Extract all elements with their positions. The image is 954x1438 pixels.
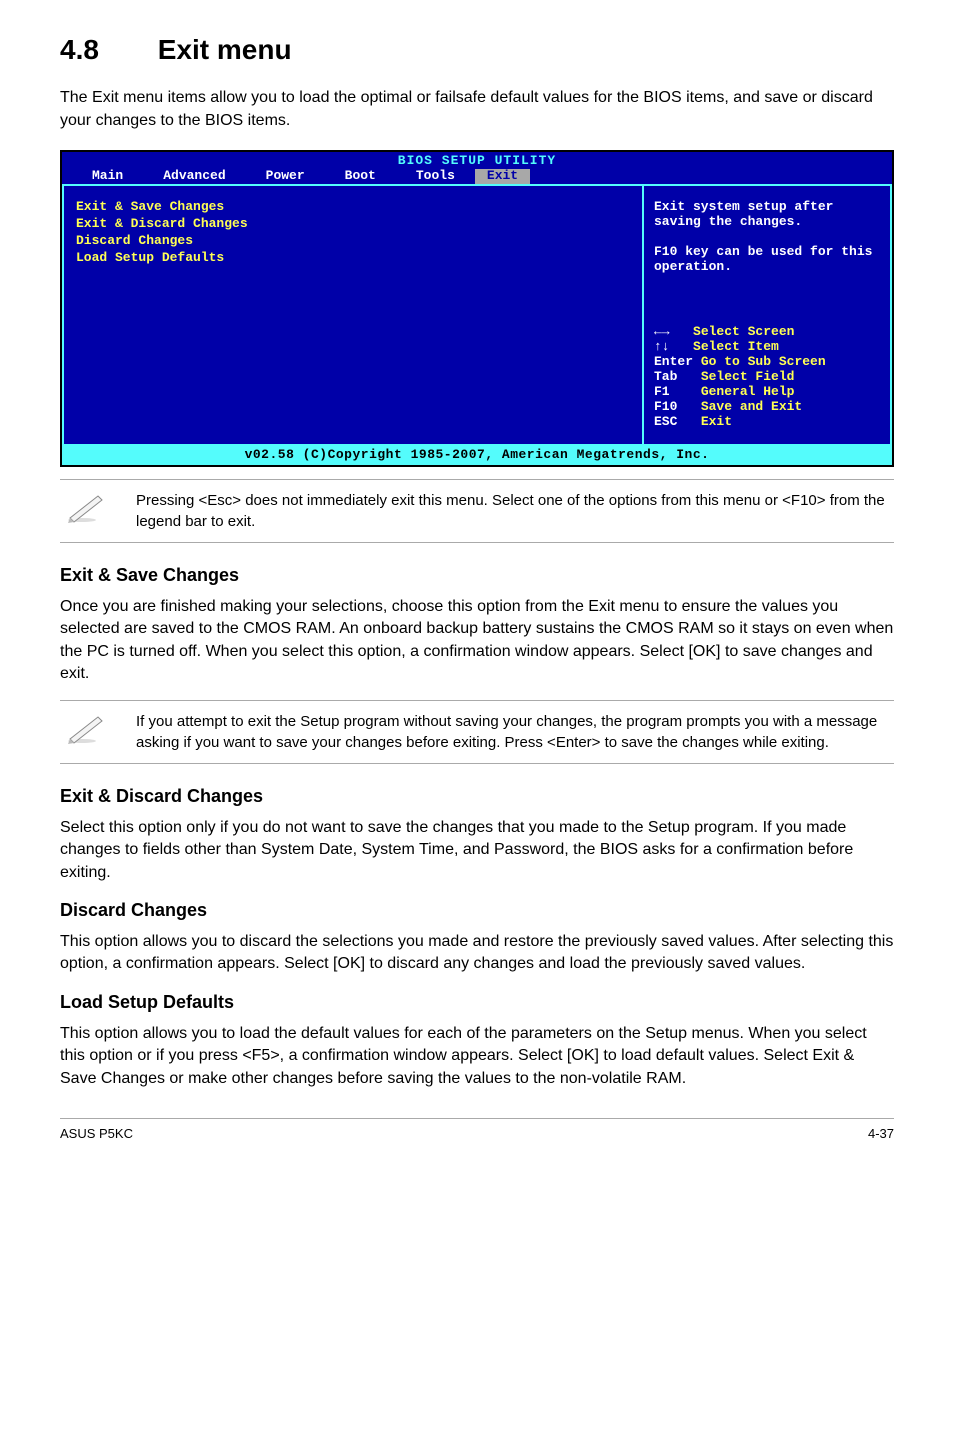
bios-tab-row: Main Advanced Power Boot Tools Exit bbox=[62, 169, 892, 184]
legend-key: ←→ bbox=[654, 324, 693, 339]
body-discard: This option allows you to discard the se… bbox=[60, 931, 894, 976]
page-title: 4.8 Exit menu bbox=[60, 30, 894, 69]
bios-body: Exit & Save Changes Exit & Discard Chang… bbox=[62, 184, 892, 446]
subheading-defaults: Load Setup Defaults bbox=[60, 990, 894, 1015]
intro-text: The Exit menu items allow you to load th… bbox=[60, 87, 894, 132]
note-text: Pressing <Esc> does not immediately exit… bbox=[136, 490, 894, 532]
legend-desc: Select Item bbox=[693, 339, 779, 354]
page-footer: ASUS P5KC 4-37 bbox=[60, 1118, 894, 1143]
bios-footer: v02.58 (C)Copyright 1985-2007, American … bbox=[62, 446, 892, 465]
menu-item: Load Setup Defaults bbox=[76, 251, 630, 266]
legend-desc: Save and Exit bbox=[701, 399, 802, 414]
legend-key: ESC bbox=[654, 414, 701, 429]
bios-tab-advanced: Advanced bbox=[143, 169, 245, 184]
menu-item: Discard Changes bbox=[76, 234, 630, 249]
bios-tab-tools: Tools bbox=[396, 169, 475, 184]
legend-desc: Go to Sub Screen bbox=[701, 354, 826, 369]
bios-legend: ←→ Select Screen ↑↓ Select Item Enter Go… bbox=[654, 325, 880, 430]
body-defaults: This option allows you to load the defau… bbox=[60, 1023, 894, 1090]
legend-desc: Exit bbox=[701, 414, 732, 429]
legend-key: Enter bbox=[654, 354, 693, 369]
legend-desc: General Help bbox=[701, 384, 795, 399]
body-save: Once you are finished making your select… bbox=[60, 596, 894, 686]
bios-screenshot: BIOS SETUP UTILITY Main Advanced Power B… bbox=[60, 150, 894, 467]
note-block: Pressing <Esc> does not immediately exit… bbox=[60, 479, 894, 543]
note-block: If you attempt to exit the Setup program… bbox=[60, 700, 894, 764]
legend-key: F1 bbox=[654, 384, 701, 399]
pencil-note-icon bbox=[64, 711, 108, 745]
section-number: 4.8 bbox=[60, 30, 150, 69]
note-text: If you attempt to exit the Setup program… bbox=[136, 711, 894, 753]
legend-desc: Select Field bbox=[701, 369, 795, 384]
bios-tab-exit: Exit bbox=[475, 169, 530, 184]
legend-key: F10 bbox=[654, 399, 701, 414]
bios-help-text: Exit system setup after saving the chang… bbox=[654, 200, 880, 275]
section-name: Exit menu bbox=[158, 34, 292, 65]
legend-key: ↑↓ bbox=[654, 339, 693, 354]
footer-right: 4-37 bbox=[868, 1125, 894, 1143]
bios-help-pane: Exit system setup after saving the chang… bbox=[642, 186, 892, 446]
footer-left: ASUS P5KC bbox=[60, 1125, 133, 1143]
bios-tab-power: Power bbox=[246, 169, 325, 184]
body-discard-exit: Select this option only if you do not wa… bbox=[60, 817, 894, 884]
bios-menu: Exit & Save Changes Exit & Discard Chang… bbox=[62, 186, 642, 446]
subheading-discard-exit: Exit & Discard Changes bbox=[60, 784, 894, 809]
subheading-discard: Discard Changes bbox=[60, 898, 894, 923]
menu-item: Exit & Save Changes bbox=[76, 200, 630, 215]
bios-tab-boot: Boot bbox=[325, 169, 396, 184]
bios-title: BIOS SETUP UTILITY bbox=[62, 152, 892, 169]
subheading-save: Exit & Save Changes bbox=[60, 563, 894, 588]
legend-key: Tab bbox=[654, 369, 701, 384]
legend-desc: Select Screen bbox=[693, 324, 794, 339]
menu-item: Exit & Discard Changes bbox=[76, 217, 630, 232]
pencil-note-icon bbox=[64, 490, 108, 524]
bios-tab-main: Main bbox=[72, 169, 143, 184]
